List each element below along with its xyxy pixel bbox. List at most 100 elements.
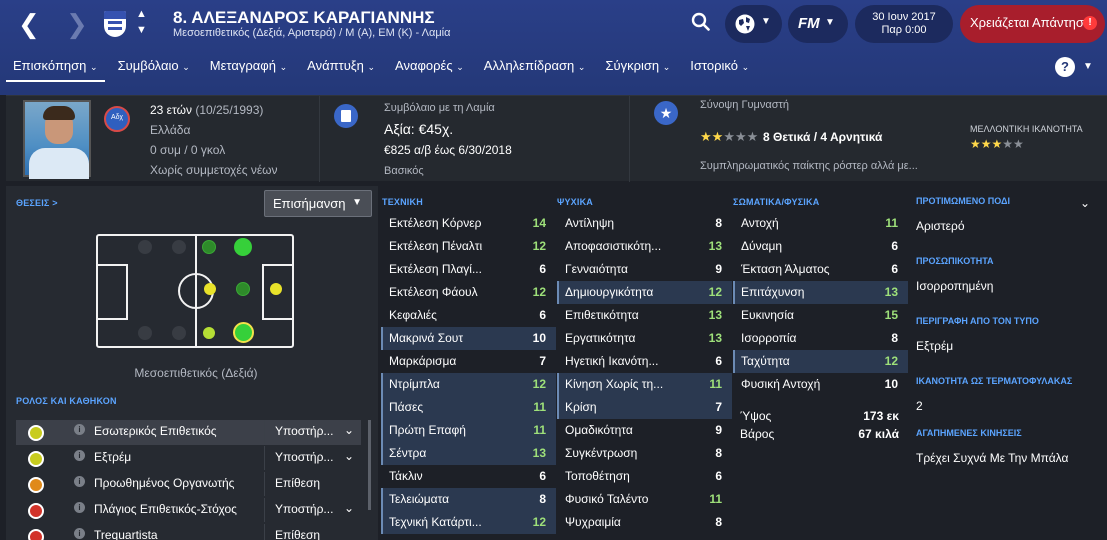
- attribute-row[interactable]: Μακρινά Σουτ 10: [381, 327, 556, 350]
- duty-value: Επίθεση: [275, 528, 321, 540]
- attribute-row[interactable]: Εκτέλεση Φάουλ 12: [381, 281, 556, 304]
- tab-development[interactable]: Ανάπτυξη ⌄: [300, 58, 382, 82]
- attribute-row[interactable]: Φυσική Αντοχή 10: [733, 373, 908, 396]
- attribute-row[interactable]: Αντοχή 11: [733, 212, 908, 235]
- date-continue-button[interactable]: 30 Ιουν 2017 Παρ 0:00: [855, 5, 953, 43]
- tab-transfer[interactable]: Μεταγραφή ⌄: [203, 58, 294, 82]
- attribute-row[interactable]: Επιτάχυνση 13: [733, 281, 908, 304]
- attribute-row[interactable]: Ομαδικότητα 9: [557, 419, 732, 442]
- tab-comparison[interactable]: Σύγκριση ⌄: [598, 58, 677, 82]
- tab-reports[interactable]: Αναφορές ⌄: [388, 58, 471, 82]
- attribute-row[interactable]: Ευκινησία 15: [733, 304, 908, 327]
- attribute-row[interactable]: Εκτέλεση Πλαγί... 6: [381, 258, 556, 281]
- attribute-row[interactable]: Ηγετική Ικανότη... 6: [557, 350, 732, 373]
- attribute-value: 12: [884, 354, 898, 368]
- attribute-name: Ταχύτητα: [741, 354, 790, 368]
- attribute-row[interactable]: Έκταση Άλματος 6: [733, 258, 908, 281]
- highlight-dropdown[interactable]: Επισήμανση ▼: [264, 190, 372, 217]
- role-row[interactable]: i Εξτρέμ Υποστήρ... ⌄: [16, 446, 361, 471]
- search-icon[interactable]: [691, 12, 710, 31]
- chevron-down-icon: ▼: [761, 16, 771, 27]
- attribute-value: 6: [539, 262, 546, 276]
- fm-menu-button[interactable]: FM ▼: [788, 5, 848, 43]
- chevron-down-icon[interactable]: ▼: [1083, 61, 1093, 72]
- info-icon[interactable]: i: [74, 424, 85, 435]
- alert-icon: !: [1083, 16, 1097, 30]
- attribute-row[interactable]: Ταχύτητα 12: [733, 350, 908, 373]
- role-row[interactable]: i Προωθημένος Οργανωτής Επίθεση: [16, 472, 361, 497]
- attribute-row[interactable]: Τεχνική Κατάρτι... 12: [381, 511, 556, 534]
- help-button[interactable]: ?: [1055, 57, 1075, 77]
- duty-dropdown[interactable]: Υποστήρ... ⌄: [264, 446, 362, 470]
- attribute-row[interactable]: Τελειώματα 8: [381, 488, 556, 511]
- tab-overview[interactable]: Επισκόπηση ⌄: [6, 58, 105, 82]
- attribute-row[interactable]: Δημιουργικότητα 12: [557, 281, 732, 304]
- attribute-value: 14: [532, 216, 546, 230]
- attribute-row[interactable]: Τοποθέτηση 6: [557, 465, 732, 488]
- attribute-row[interactable]: Ισορροπία 8: [733, 327, 908, 350]
- attribute-name: Σέντρα: [389, 446, 427, 460]
- attribute-row[interactable]: Αποφασιστικότη... 13: [557, 235, 732, 258]
- attribute-row[interactable]: Επιθετικότητα 13: [557, 304, 732, 327]
- player-age: 23 ετών: [150, 103, 192, 117]
- attribute-name: Γενναιότητα: [565, 262, 628, 276]
- duty-value: Υποστήρ...: [275, 424, 334, 438]
- attribute-row[interactable]: Εργατικότητα 13: [557, 327, 732, 350]
- positions-link[interactable]: ΘΕΣΕΙΣ >: [16, 198, 58, 208]
- attribute-row[interactable]: Τάκλιν 6: [381, 465, 556, 488]
- duty-dropdown[interactable]: Υποστήρ... ⌄: [264, 420, 362, 444]
- moves-label: ΑΓΑΠΗΜΕΝΕΣ ΚΙΝΗΣΕΙΣ: [916, 428, 1022, 438]
- attribute-row[interactable]: Δύναμη 6: [733, 235, 908, 258]
- player-up-icon[interactable]: ▲: [136, 8, 147, 20]
- attribute-row[interactable]: Γενναιότητα 9: [557, 258, 732, 281]
- player-down-icon[interactable]: ▼: [136, 24, 147, 36]
- attribute-value: 13: [708, 308, 722, 322]
- role-row[interactable]: i Εσωτερικός Επιθετικός Υποστήρ... ⌄: [16, 420, 361, 445]
- info-icon[interactable]: i: [74, 528, 85, 539]
- chevron-down-icon[interactable]: ⌄: [1080, 196, 1090, 210]
- player-dob: (10/25/1993): [195, 103, 264, 117]
- duty-dropdown[interactable]: Επίθεση: [264, 524, 361, 540]
- attribute-row[interactable]: Πάσες 11: [381, 396, 556, 419]
- attribute-name: Τοποθέτηση: [565, 469, 630, 483]
- attribute-row[interactable]: Αντίληψη 8: [557, 212, 732, 235]
- attribute-row[interactable]: Συγκέντρωση 8: [557, 442, 732, 465]
- attribute-row[interactable]: Φυσικό Ταλέντο 11: [557, 488, 732, 511]
- preferred-foot: Αριστερό: [916, 219, 965, 233]
- attribute-row[interactable]: Κρίση 7: [557, 396, 732, 419]
- globe-menu-button[interactable]: ▼: [725, 5, 782, 43]
- attribute-row[interactable]: Ντρίμπλα 12: [381, 373, 556, 396]
- attribute-row[interactable]: Ψυχραιμία 8: [557, 511, 732, 534]
- duty-dropdown[interactable]: Υποστήρ... ⌄: [264, 498, 362, 522]
- attribute-name: Αντίληψη: [565, 216, 615, 230]
- page-title: 8. ΑΛΕΞΑΝΔΡΟΣ ΚΑΡΑΓΙΑΝΝΗΣ: [173, 8, 435, 27]
- attribute-row[interactable]: Κεφαλιές 6: [381, 304, 556, 327]
- duty-dropdown[interactable]: Επίθεση: [264, 472, 362, 496]
- player-value: Αξία: €45χ.: [384, 121, 454, 137]
- attribute-row[interactable]: Μαρκάρισμα 7: [381, 350, 556, 373]
- attribute-value: 8: [715, 446, 722, 460]
- divider: [629, 96, 630, 182]
- attribute-row[interactable]: Σέντρα 13: [381, 442, 556, 465]
- tab-contract[interactable]: Συμβόλαιο ⌄: [111, 58, 197, 82]
- attribute-value: 8: [715, 515, 722, 529]
- scrollbar[interactable]: [368, 420, 371, 510]
- attribute-row[interactable]: Πρώτη Επαφή 11: [381, 419, 556, 442]
- back-arrow-icon[interactable]: ❮: [18, 10, 40, 40]
- role-row[interactable]: i Trequartista Επίθεση: [16, 524, 361, 540]
- info-icon[interactable]: i: [74, 450, 85, 461]
- attribute-row[interactable]: Εκτέλεση Πέναλτι 12: [381, 235, 556, 258]
- roles-title: ΡΟΛΟΣ ΚΑΙ ΚΑΘΗΚΟΝ: [16, 396, 117, 406]
- role-suitability-icon: [28, 451, 44, 467]
- tab-interaction[interactable]: Αλληλεπίδραση ⌄: [477, 58, 593, 82]
- attribute-row[interactable]: Κίνηση Χωρίς τη... 11: [557, 373, 732, 396]
- attribute-row[interactable]: Εκτέλεση Κόρνερ 14: [381, 212, 556, 235]
- info-icon[interactable]: i: [74, 502, 85, 513]
- forward-arrow-icon[interactable]: ❯: [66, 10, 88, 40]
- tab-history[interactable]: Ιστορικό ⌄: [683, 58, 756, 82]
- info-icon[interactable]: i: [74, 476, 85, 487]
- role-row[interactable]: i Πλάγιος Επιθετικός-Στόχος Υποστήρ... ⌄: [16, 498, 361, 523]
- header-bar: ❮ ❯ ▲ ▼ 8. ΑΛΕΞΑΝΔΡΟΣ ΚΑΡΑΓΙΑΝΝΗΣ Μεσοεπ…: [0, 0, 1107, 95]
- response-required-button[interactable]: Χρειάζεται Απάντηση !: [960, 5, 1105, 43]
- attribute-name: Εκτέλεση Πλαγί...: [389, 262, 482, 276]
